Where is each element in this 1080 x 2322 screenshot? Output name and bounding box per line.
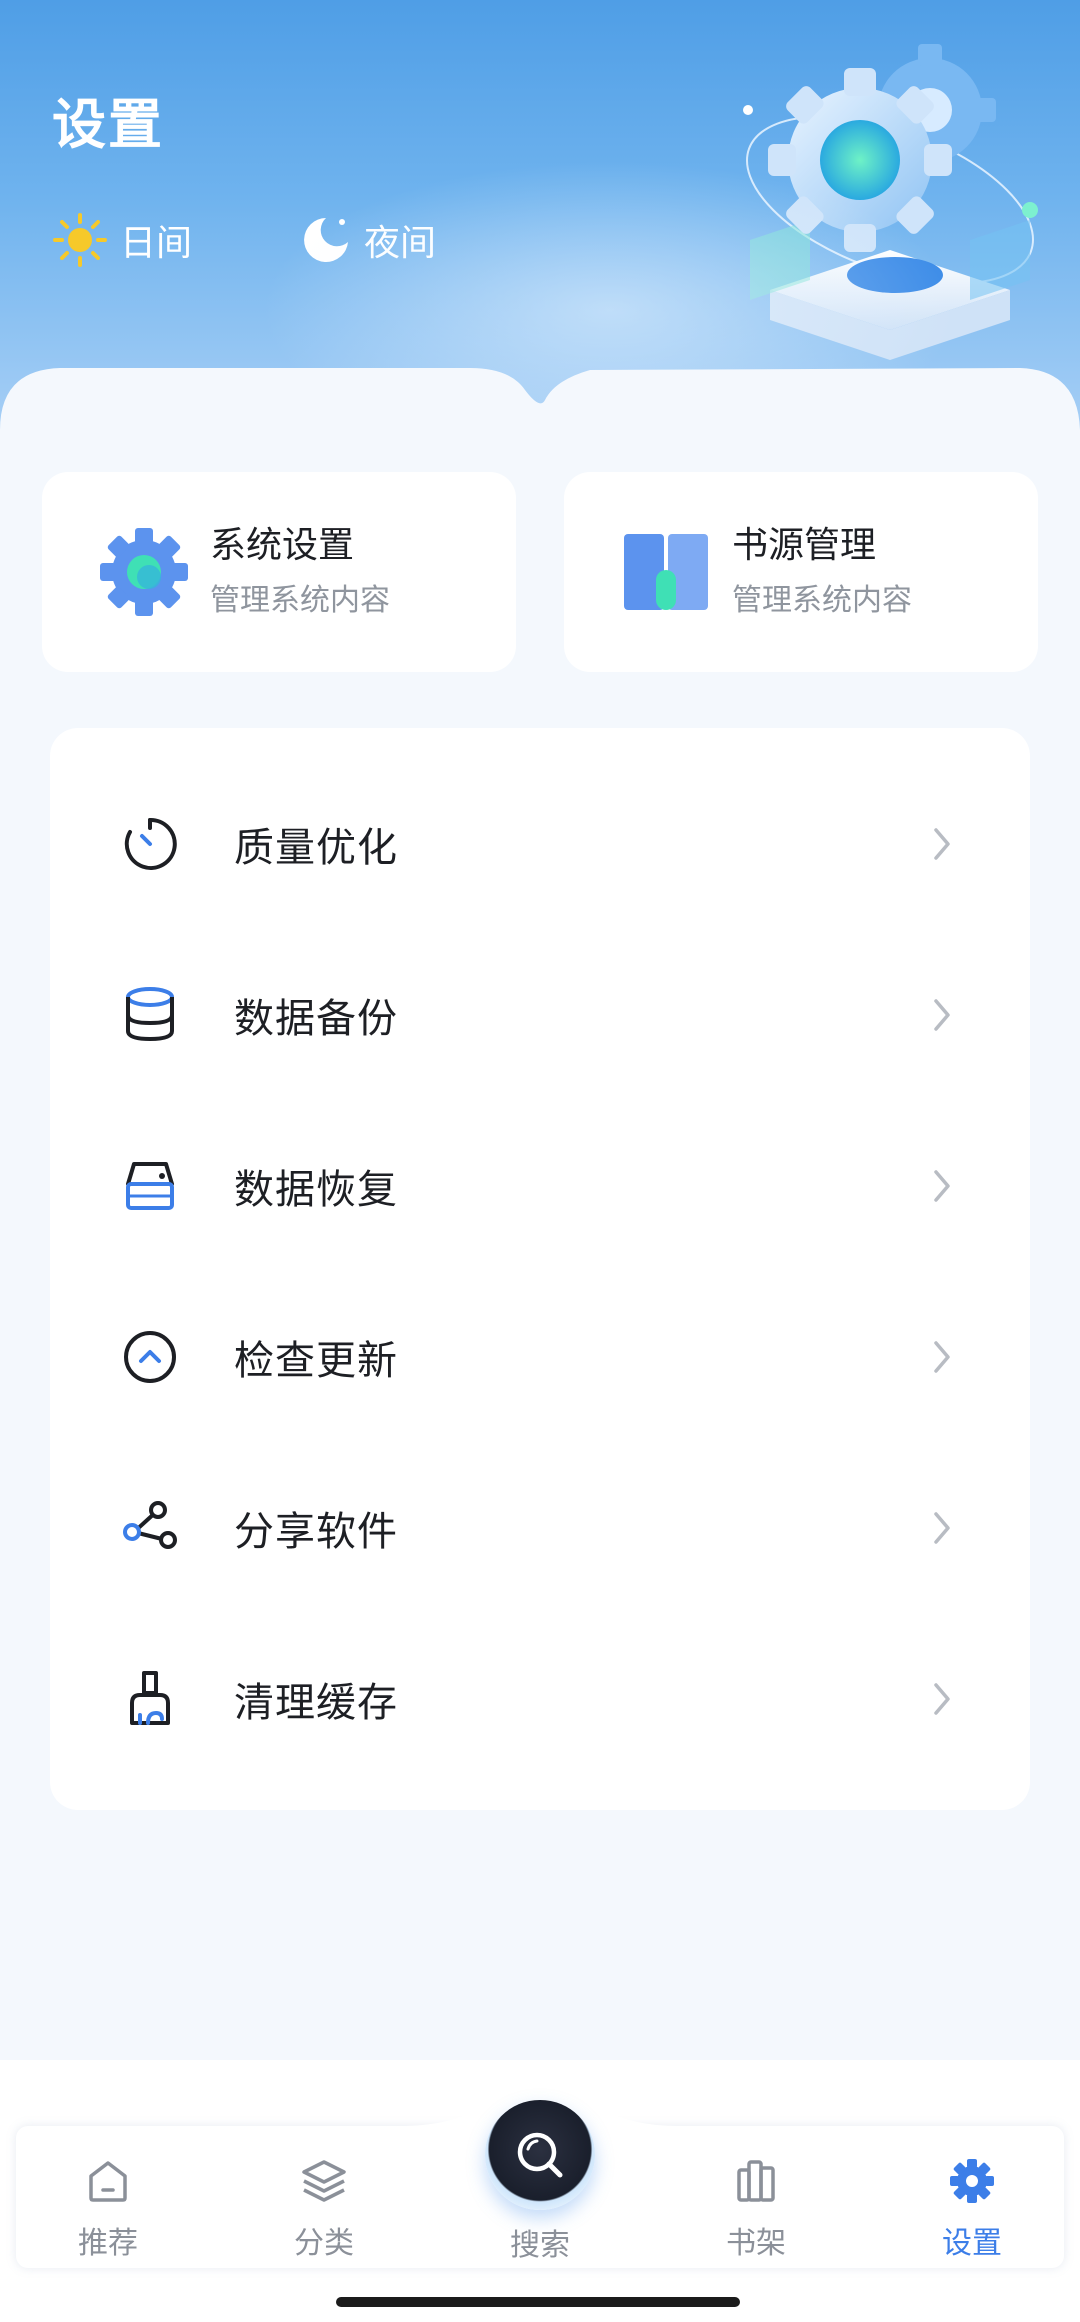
search-fab[interactable] — [485, 2100, 595, 2210]
chevron-right-icon — [934, 998, 950, 1031]
chevron-right-icon — [934, 1340, 950, 1373]
settings-menu: 质量优化 数据备份 数据恢复 检查更新 分享软件 清理缓存 — [50, 728, 1030, 1810]
sun-icon — [53, 213, 107, 267]
menu-item-update[interactable]: 检查更新 — [50, 1271, 1030, 1442]
menu-item-backup[interactable]: 数据备份 — [50, 929, 1030, 1100]
bottom-nav: 推荐 分类 搜索 书架 设置 — [0, 2060, 1080, 2322]
chevron-right-icon — [934, 827, 950, 860]
search-icon — [517, 2132, 563, 2178]
nav-tab-settings[interactable]: 设置 — [892, 2156, 1052, 2262]
moon-icon — [304, 218, 348, 262]
book-source-title: 书源管理 — [732, 525, 877, 566]
nav-tab-category[interactable]: 分类 — [244, 2156, 404, 2262]
menu-label-quality: 质量优化 — [234, 824, 398, 871]
drive-icon — [126, 1161, 174, 1210]
nav-tab-recommend[interactable]: 推荐 — [28, 2156, 188, 2262]
settings-icon — [950, 2159, 994, 2203]
timer-icon — [124, 817, 177, 870]
menu-item-quality[interactable]: 质量优化 — [50, 758, 1030, 929]
book-source-subtitle: 管理系统内容 — [732, 583, 912, 618]
settings-screen: 设置 日间 夜间 系统设置 管理系统内容 书源管理 管理系统内容 质量优化 数据… — [0, 0, 1080, 2322]
chevron-right-icon — [934, 1682, 950, 1715]
gear-icon — [100, 528, 188, 616]
nav-label-category: 分类 — [294, 2226, 354, 2261]
nav-label-recommend: 推荐 — [78, 2226, 138, 2261]
menu-label-restore: 数据恢复 — [234, 1166, 398, 1213]
night-mode-toggle[interactable]: 夜间 — [296, 212, 436, 268]
home-indicator — [336, 2297, 740, 2307]
home-icon — [89, 2161, 127, 2202]
chevron-right-icon — [934, 1511, 950, 1544]
menu-item-clear-cache[interactable]: 清理缓存 — [50, 1613, 1030, 1784]
database-icon — [126, 986, 174, 1041]
menu-item-restore[interactable]: 数据恢复 — [50, 1100, 1030, 1271]
menu-item-share[interactable]: 分享软件 — [50, 1442, 1030, 1613]
book-icon — [624, 534, 708, 610]
nav-label-settings: 设置 — [942, 2226, 1002, 2261]
night-mode-label: 夜间 — [364, 223, 437, 264]
nav-label-search: 搜索 — [510, 2228, 570, 2263]
nav-label-bookshelf: 书架 — [726, 2226, 786, 2261]
chevron-right-icon — [934, 1169, 950, 1202]
update-icon — [124, 1330, 176, 1383]
page-title: 设置 — [52, 93, 164, 156]
menu-label-backup: 数据备份 — [234, 995, 398, 1042]
system-settings-subtitle: 管理系统内容 — [210, 583, 390, 618]
nav-tab-search[interactable]: 搜索 — [460, 2100, 620, 2264]
system-settings-title: 系统设置 — [210, 525, 355, 566]
nav-tab-bookshelf[interactable]: 书架 — [676, 2156, 836, 2262]
share-icon — [123, 1500, 177, 1549]
day-mode-label: 日间 — [120, 223, 193, 264]
system-settings-card[interactable]: 系统设置 管理系统内容 — [42, 472, 516, 672]
bookshelf-icon — [737, 2160, 775, 2202]
menu-label-share: 分享软件 — [234, 1508, 398, 1555]
layers-icon — [302, 2160, 346, 2202]
menu-label-update: 检查更新 — [234, 1337, 398, 1384]
brush-icon — [130, 1670, 170, 1725]
book-source-card[interactable]: 书源管理 管理系统内容 — [564, 472, 1038, 672]
menu-label-clear-cache: 清理缓存 — [234, 1679, 398, 1726]
settings-illustration — [743, 44, 1038, 360]
day-mode-toggle[interactable]: 日间 — [52, 212, 192, 268]
